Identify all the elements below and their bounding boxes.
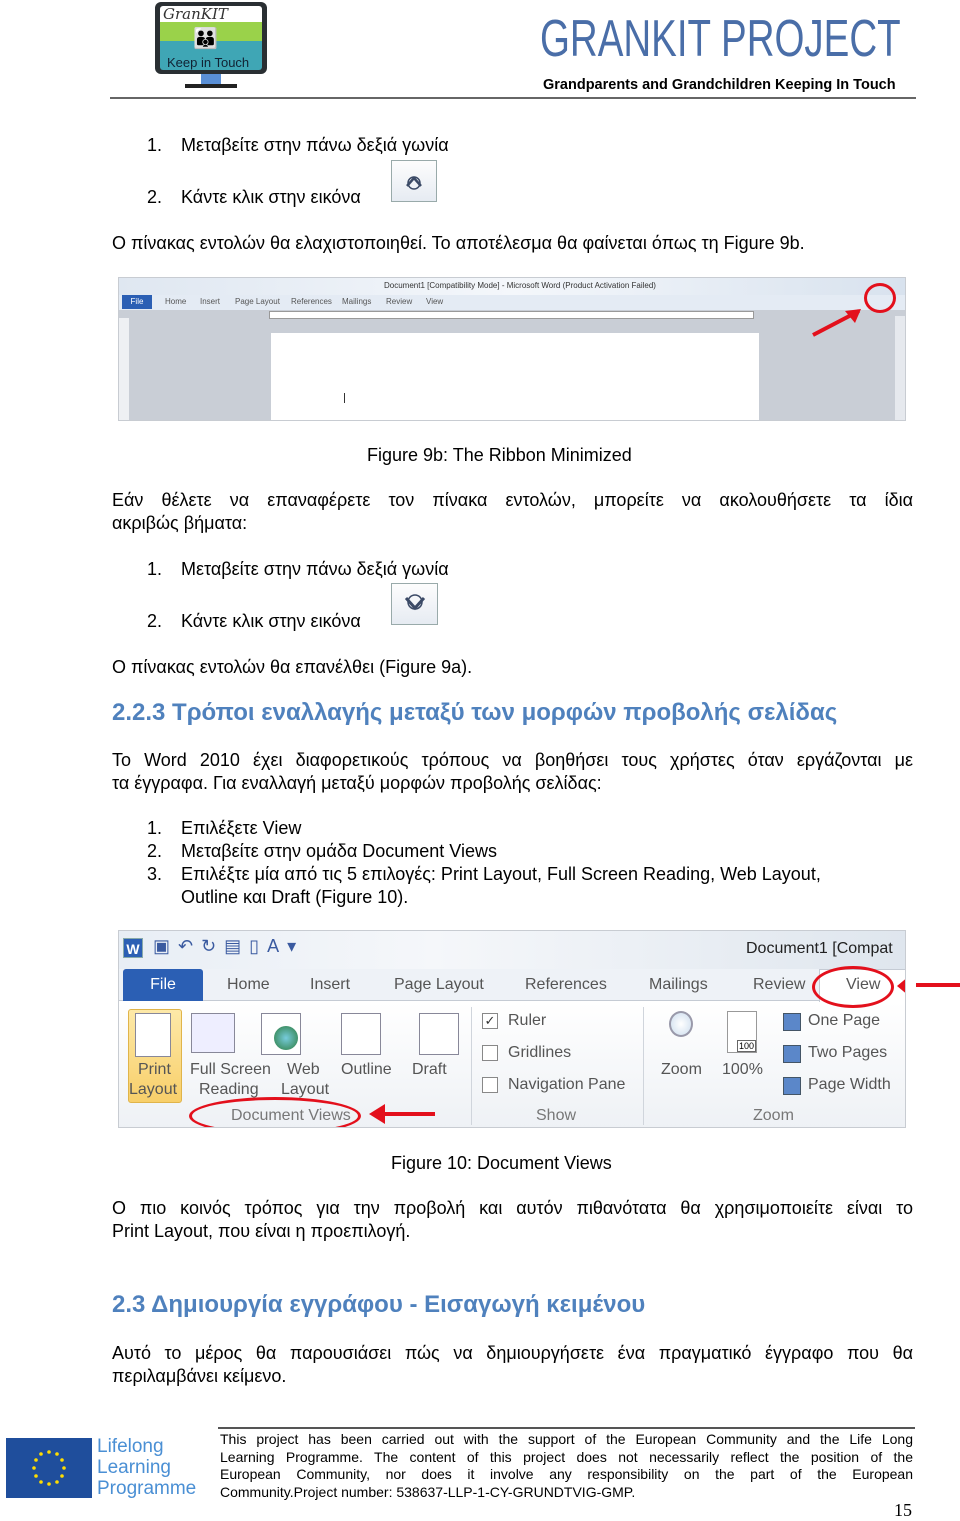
zoom-magnifier-icon [669, 1011, 693, 1037]
tab-references[interactable]: References [291, 297, 332, 306]
expand-ribbon-icon [391, 583, 438, 625]
figure-caption: Figure 9b: The Ribbon Minimized [367, 445, 632, 465]
minimize-ribbon-icon [391, 160, 437, 202]
zoom-100-button[interactable]: 100% [722, 1061, 763, 1079]
step-text: Outline και Draft (Figure 10). [181, 887, 409, 907]
paragraph: Αυτό το μέρος θα παρουσιάσει πώς να δημι… [112, 1343, 913, 1363]
full-screen-reading-button[interactable]: Full Screen [190, 1061, 271, 1079]
zoom-button[interactable]: Zoom [661, 1061, 702, 1079]
tab-insert[interactable]: Insert [310, 976, 350, 994]
quick-access-toolbar: ▣↶↻▤▯A▾ [153, 936, 305, 956]
highlight-circle [189, 1097, 361, 1127]
highlight-circle [812, 966, 894, 1008]
page-number: 15 [894, 1500, 912, 1520]
paragraph: Print Layout, που είναι η προεπιλογή. [112, 1221, 411, 1241]
header-rule [110, 97, 916, 99]
red-arrow [897, 979, 905, 993]
eu-flag [6, 1438, 92, 1498]
project-title: GRANKIT PROJECT [540, 10, 901, 68]
paragraph: ακριβώς βήματα: [112, 513, 248, 533]
tab-insert[interactable]: Insert [200, 297, 220, 306]
navigation-pane-checkbox[interactable] [482, 1077, 498, 1093]
section-heading: 2.3 Δημιουργία εγγράφου - Εισαγωγή κειμέ… [112, 1291, 646, 1318]
tab-mailings[interactable]: Mailings [649, 976, 708, 994]
paragraph: Το Word 2010 έχει διαφορετικούς τρόπους … [112, 750, 913, 770]
step-number: 2. [147, 611, 163, 631]
tab-file[interactable]: File [123, 969, 203, 1001]
red-arrow [916, 983, 960, 987]
group-label: Zoom [753, 1107, 794, 1124]
paragraph: τα έγγραφα. Για εναλλαγή μεταξύ μορφών π… [112, 773, 602, 793]
tab-references[interactable]: References [525, 976, 607, 994]
ruler [269, 311, 754, 319]
step-number: 3. [147, 864, 163, 884]
outline-button[interactable]: Outline [341, 1061, 392, 1079]
footer-disclaimer: This project has been carried out with t… [220, 1431, 913, 1500]
tab-file[interactable]: File [122, 295, 152, 309]
tab-page-layout[interactable]: Page Layout [235, 297, 280, 306]
step-text: Κάντε κλικ στην εικόνα [181, 611, 361, 631]
step-text: Μεταβείτε στην ομάδα Document Views [181, 841, 497, 861]
figure-9b-screenshot: Document1 [Compatibility Mode] - Microso… [118, 277, 906, 421]
section-heading: 2.2.3 Τρόποι εναλλαγής μεταξύ των μορφών… [112, 699, 838, 726]
tab-mailings[interactable]: Mailings [342, 297, 371, 306]
step-text: Μεταβείτε στην πάνω δεξιά γωνία [181, 559, 449, 579]
paragraph: Ο πίνακας εντολών θα επανέλθει (Figure 9… [112, 657, 473, 677]
step-text: Επιλέξτε μία από τις 5 επιλογές: Print L… [181, 864, 821, 884]
page-width-button[interactable]: Page Width [808, 1076, 891, 1094]
tab-review[interactable]: Review [386, 297, 412, 306]
document-page [271, 333, 759, 420]
step-number: 1. [147, 559, 163, 579]
tab-view[interactable]: View [426, 297, 443, 306]
red-arrow [369, 1104, 435, 1124]
step-text: Κάντε κλικ στην εικόνα [181, 187, 361, 207]
footer-rule [218, 1427, 915, 1429]
step-number: 2. [147, 187, 163, 207]
step-text: Επιλέξετε View [181, 818, 302, 838]
tab-home[interactable]: Home [165, 297, 186, 306]
tab-home[interactable]: Home [227, 976, 270, 994]
figure-10-screenshot: W ▣↶↻▤▯A▾ Document1 [Compat File Home In… [118, 930, 906, 1128]
group-label: Show [536, 1107, 577, 1124]
paragraph: περιλαμβάνει κείμενο. [112, 1366, 287, 1386]
project-subtitle: Grandparents and Grandchildren Keeping I… [543, 77, 896, 93]
paragraph: Εάν θέλετε να επαναφέρετε τον πίνακα εντ… [112, 490, 913, 510]
gridlines-checkbox[interactable] [482, 1045, 498, 1061]
two-pages-button[interactable]: Two Pages [808, 1044, 887, 1062]
tab-page-layout[interactable]: Page Layout [394, 976, 484, 994]
web-layout-button[interactable]: Web [287, 1061, 320, 1079]
red-arrow [812, 309, 861, 337]
ruler-checkbox[interactable]: ✓ [482, 1013, 498, 1029]
grankit-logo: GranKIT 👪 Keep in Touch [155, 2, 267, 88]
step-number: 1. [147, 135, 163, 155]
paragraph: Ο πιο κοινός τρόπος για την προβολή και … [112, 1198, 913, 1218]
one-page-button[interactable]: One Page [808, 1012, 880, 1030]
draft-button[interactable]: Draft [412, 1061, 447, 1079]
step-text: Μεταβείτε στην πάνω δεξιά γωνία [181, 135, 449, 155]
tab-review[interactable]: Review [753, 976, 805, 994]
word-icon: W [123, 938, 143, 958]
figure-caption: Figure 10: Document Views [391, 1153, 612, 1173]
step-number: 1. [147, 818, 163, 838]
step-number: 2. [147, 841, 163, 861]
paragraph: Ο πίνακας εντολών θα ελαχιστοποιηθεί. Το… [112, 233, 805, 253]
lifelong-learning-logo: Lifelong Learning Programme [6, 1434, 202, 1502]
